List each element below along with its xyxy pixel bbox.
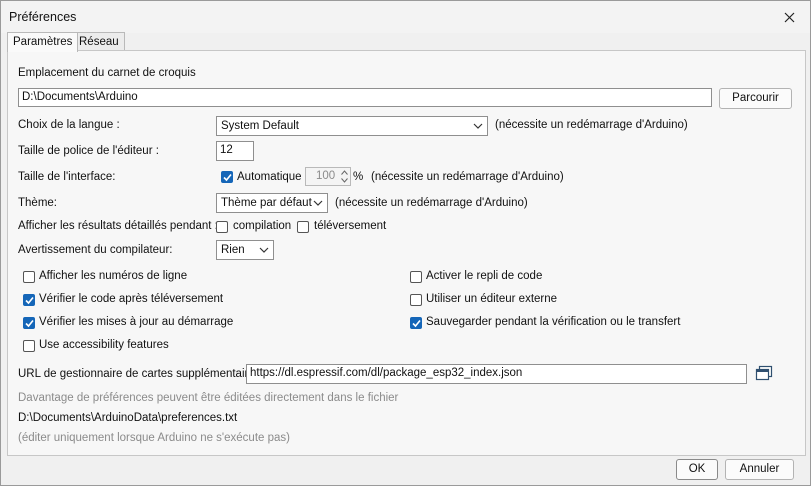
language-value: System Default — [221, 120, 299, 132]
scale-note: (nécessite un redémarrage d'Arduino) — [371, 171, 564, 183]
edit-hint-note: (éditer uniquement lorsque Arduino ne s'… — [18, 432, 290, 444]
ok-button[interactable]: OK — [676, 459, 718, 480]
checkmark-icon — [223, 173, 232, 182]
boards-url-input[interactable]: https://dl.espressif.com/dl/package_esp3… — [246, 364, 747, 384]
checkmark-icon — [25, 319, 34, 328]
scale-spinner[interactable]: 100 — [305, 167, 351, 186]
chevron-down-icon — [259, 247, 269, 253]
window-title: Préférences — [9, 10, 77, 24]
warnings-value: Rien — [221, 244, 245, 256]
option-check-updates-label: Vérifier les mises à jour au démarrage — [39, 316, 234, 328]
theme-value: Thème par défaut — [221, 197, 312, 209]
sketchbook-path-input[interactable]: D:\Documents\Arduino — [18, 88, 712, 107]
option-code-folding-checkbox[interactable] — [410, 271, 422, 283]
verbose-compile-label: compilation — [233, 220, 292, 232]
auto-scale-label: Automatique — [237, 171, 302, 183]
window-list-icon — [755, 365, 773, 381]
boards-url-label: URL de gestionnaire de cartes supplément… — [18, 368, 261, 380]
option-verify-upload-checkbox[interactable] — [23, 294, 35, 306]
option-external-editor-label: Utiliser un éditeur externe — [426, 293, 558, 305]
theme-note: (nécessite un redémarrage d'Arduino) — [335, 197, 528, 209]
language-note: (nécessite un redémarrage d'Arduino) — [495, 119, 688, 131]
option-verify-upload-label: Vérifier le code après téléversement — [39, 293, 224, 305]
cancel-button[interactable]: Annuler — [725, 459, 794, 480]
interface-scale-label: Taille de l'interface: — [18, 171, 116, 183]
browse-button[interactable]: Parcourir — [719, 88, 792, 109]
option-code-folding-label: Activer le repli de code — [426, 270, 543, 282]
scale-value: 100 — [316, 170, 336, 182]
close-icon — [784, 12, 794, 22]
more-prefs-note: Davantage de préférences peuvent être éd… — [18, 392, 399, 404]
prefs-file-path[interactable]: D:\Documents\ArduinoData\preferences.txt — [18, 412, 237, 424]
checkmark-icon — [412, 319, 421, 328]
chevron-down-icon — [313, 200, 323, 206]
option-save-on-verify-checkbox[interactable] — [410, 317, 422, 329]
preferences-window: Préférences Paramètres Réseau Emplacemen… — [0, 0, 811, 486]
tab-reseau[interactable]: Réseau — [73, 32, 125, 51]
edit-urls-button[interactable] — [754, 364, 776, 384]
option-save-on-verify-label: Sauvegarder pendant la vérification ou l… — [426, 316, 681, 328]
option-line-numbers-checkbox[interactable] — [23, 271, 35, 283]
verbose-upload-label: téléversement — [314, 220, 387, 232]
theme-label: Thème: — [18, 197, 57, 209]
auto-scale-checkbox[interactable] — [221, 171, 233, 183]
verbose-compile-checkbox[interactable] — [216, 221, 228, 233]
close-button[interactable] — [776, 5, 802, 29]
sketchbook-label: Emplacement du carnet de croquis — [18, 67, 196, 79]
checkmark-icon — [25, 296, 34, 305]
title-bar: Préférences — [1, 1, 810, 33]
settings-panel: Emplacement du carnet de croquis D:\Docu… — [7, 50, 806, 456]
language-label: Choix de la langue : — [18, 119, 120, 131]
spinner-arrows-icon[interactable] — [341, 169, 348, 184]
theme-select[interactable]: Thème par défaut — [216, 193, 328, 213]
warnings-label: Avertissement du compilateur: — [18, 244, 173, 256]
chevron-down-icon — [473, 123, 483, 129]
scale-unit: % — [353, 171, 364, 183]
option-accessibility-checkbox[interactable] — [23, 340, 35, 352]
tab-parametres[interactable]: Paramètres — [7, 32, 79, 52]
option-accessibility-label: Use accessibility features — [39, 339, 169, 351]
option-check-updates-checkbox[interactable] — [23, 317, 35, 329]
language-select[interactable]: System Default — [216, 116, 488, 136]
font-size-label: Taille de police de l'éditeur : — [18, 145, 159, 157]
verbose-label: Afficher les résultats détaillés pendant… — [18, 220, 218, 232]
warnings-select[interactable]: Rien — [216, 240, 274, 260]
option-line-numbers-label: Afficher les numéros de ligne — [39, 270, 188, 282]
verbose-upload-checkbox[interactable] — [297, 221, 309, 233]
option-external-editor-checkbox[interactable] — [410, 294, 422, 306]
font-size-input[interactable]: 12 — [216, 141, 254, 161]
